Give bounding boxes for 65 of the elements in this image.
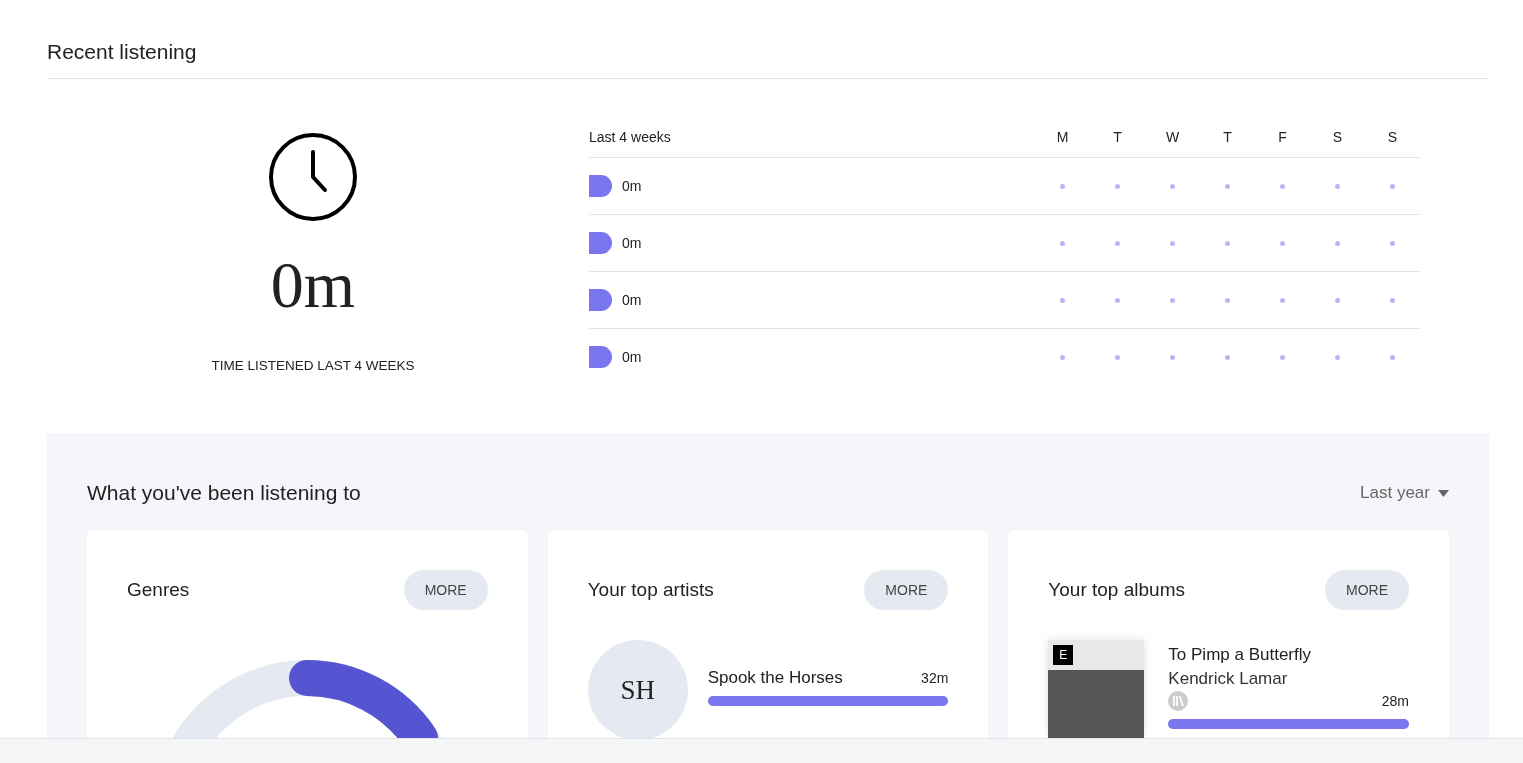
card-title: Your top artists: [587, 579, 714, 601]
day-dot: [1335, 183, 1340, 189]
day-dot: [1280, 183, 1285, 189]
clock-icon: [268, 132, 358, 222]
library-icon: [1168, 691, 1189, 711]
period-label: Last 4 weeks: [589, 129, 671, 145]
day-dot: [1225, 354, 1230, 360]
week-time: 0m: [622, 349, 642, 365]
week-marker: [589, 232, 612, 254]
day-dot: [1390, 354, 1395, 360]
day-header: S: [1386, 129, 1399, 145]
day-dot: [1390, 240, 1395, 246]
total-caption: TIME LISTENED LAST 4 WEEKS: [211, 358, 415, 373]
day-dot: [1060, 240, 1065, 246]
week-time: 0m: [622, 292, 642, 308]
day-dot: [1225, 240, 1230, 246]
album-title[interactable]: To Pimp a Butterfly: [1168, 645, 1409, 665]
explicit-badge: E: [1053, 645, 1074, 665]
artist-name[interactable]: Spook the Horses: [707, 668, 843, 688]
day-header: S: [1331, 129, 1344, 145]
more-button[interactable]: MORE: [1325, 570, 1409, 610]
total-time: 0m: [270, 252, 356, 318]
day-dot: [1225, 297, 1230, 303]
panel-title: What you've been listening to: [87, 481, 361, 505]
day-dot: [1170, 240, 1175, 246]
day-dot: [1115, 354, 1120, 360]
day-header: W: [1164, 129, 1181, 145]
day-dot: [1170, 354, 1175, 360]
week-time: 0m: [622, 235, 642, 251]
week-marker: [589, 289, 612, 311]
day-dot: [1390, 297, 1395, 303]
day-header: M: [1055, 129, 1070, 145]
day-dot: [1060, 354, 1065, 360]
day-dot: [1280, 297, 1285, 303]
day-dot: [1335, 354, 1340, 360]
album-time: 28m: [1381, 693, 1409, 709]
artist-avatar: SH: [587, 640, 688, 738]
week-marker: [589, 346, 612, 368]
day-header: F: [1277, 129, 1288, 145]
day-dot: [1115, 297, 1120, 303]
card-title: Your top albums: [1048, 579, 1185, 601]
day-header: T: [1112, 129, 1123, 145]
section-title: Recent listening: [47, 0, 1489, 79]
week-time: 0m: [622, 178, 642, 194]
day-dot: [1115, 183, 1120, 189]
more-button[interactable]: MORE: [864, 570, 949, 610]
day-dot: [1280, 240, 1285, 246]
card-title: Genres: [127, 579, 190, 601]
day-dot: [1225, 183, 1230, 189]
day-dot: [1060, 183, 1065, 189]
album-artist: Kendrick Lamar: [1168, 669, 1289, 689]
range-dropdown[interactable]: Last year: [1360, 483, 1449, 503]
day-dot: [1335, 240, 1340, 246]
day-dot: [1060, 297, 1065, 303]
day-header: T: [1222, 129, 1233, 145]
day-dot: [1335, 297, 1340, 303]
day-dot: [1280, 354, 1285, 360]
day-dot: [1115, 240, 1120, 246]
caret-icon: [1438, 489, 1449, 497]
week-marker: [589, 175, 612, 197]
day-dot: [1170, 297, 1175, 303]
day-dot: [1170, 183, 1175, 189]
more-button[interactable]: MORE: [403, 570, 488, 610]
day-dot: [1390, 183, 1395, 189]
artist-time: 32m: [921, 670, 949, 686]
